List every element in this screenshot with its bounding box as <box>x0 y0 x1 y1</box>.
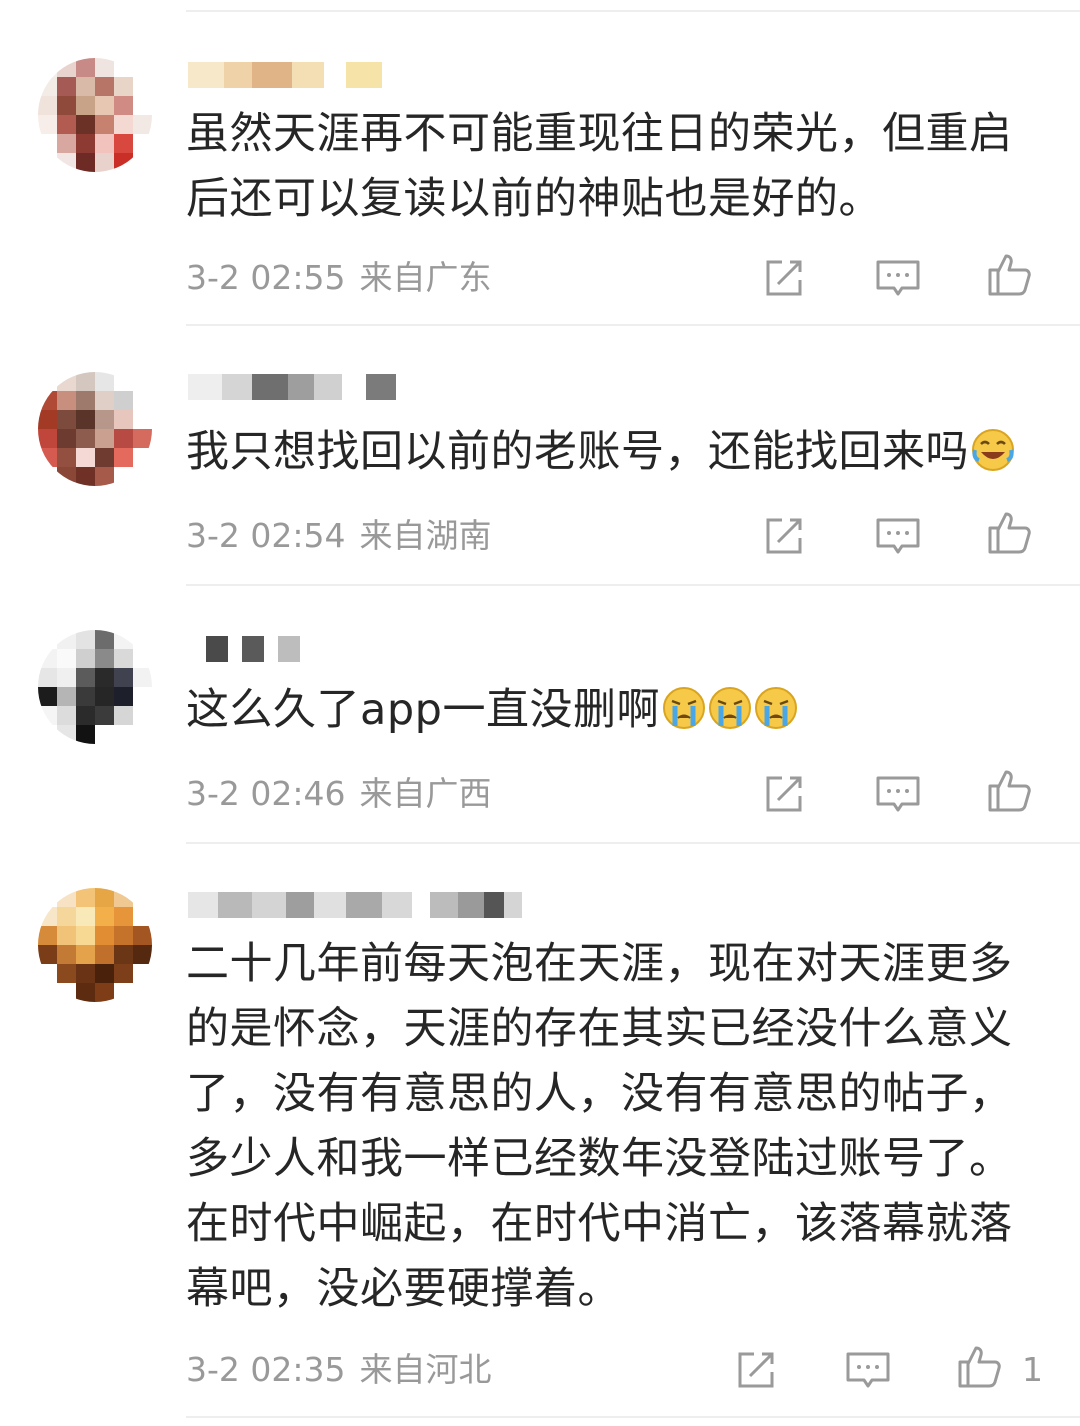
comment-meta: 3-2 02:55 来自广东 <box>186 258 492 298</box>
comment-text: 这么久了app一直没删啊 <box>186 678 1046 743</box>
comment-meta: 3-2 02:54 来自湖南 <box>186 516 492 556</box>
divider <box>186 584 1080 586</box>
repost-icon[interactable] <box>760 512 808 560</box>
comment-meta: 3-2 02:46 来自广西 <box>186 774 492 814</box>
divider <box>186 10 1080 12</box>
comment-text-content: 这么久了app一直没删啊 <box>186 685 660 735</box>
divider <box>186 1416 1080 1418</box>
comment-text: 我只想找回以前的老账号，还能找回来吗 <box>186 420 1046 485</box>
comment-location: 来自广东 <box>359 258 492 297</box>
username-blurred[interactable] <box>188 636 300 662</box>
thumbs-up-icon[interactable] <box>986 766 1034 814</box>
crying-icon <box>754 687 797 729</box>
username-blurred[interactable] <box>188 374 396 400</box>
comment-meta: 3-2 02:35 来自河北 <box>186 1350 492 1390</box>
comment-time: 3-2 02:35 <box>186 1350 346 1389</box>
comment-location: 来自湖南 <box>359 516 492 555</box>
avatar[interactable] <box>38 630 152 744</box>
comment-text: 虽然天涯再不可能重现往日的荣光，但重启 后还可以复读以前的神贴也是好的。 <box>186 109 1013 224</box>
comment-time: 3-2 02:46 <box>186 774 346 813</box>
comment-text-content: 我只想找回以前的老账号，还能找回来吗 <box>186 427 969 477</box>
repost-icon[interactable] <box>760 770 808 818</box>
comment-time: 3-2 02:54 <box>186 516 346 555</box>
comment-icon[interactable] <box>874 770 922 818</box>
comment-location: 来自河北 <box>359 1350 492 1389</box>
username-blurred[interactable] <box>188 62 382 88</box>
comment-location: 来自广西 <box>359 774 492 813</box>
comment-icon[interactable] <box>844 1346 892 1394</box>
comment-icon[interactable] <box>874 512 922 560</box>
like-count: 1 <box>1022 1350 1043 1389</box>
avatar[interactable] <box>38 372 152 486</box>
crying-icon <box>708 687 751 729</box>
crying-icon <box>662 687 705 729</box>
thumbs-up-icon[interactable] <box>956 1342 1004 1390</box>
comment-text: 二十几年前每天泡在天涯，现在对天涯更多 的是怀念，天涯的存在其实已经没什么意义 … <box>186 939 1013 1314</box>
thumbs-up-icon[interactable] <box>986 250 1034 298</box>
repost-icon[interactable] <box>760 254 808 302</box>
avatar[interactable] <box>38 888 152 1002</box>
comment-icon[interactable] <box>874 254 922 302</box>
divider <box>186 842 1080 844</box>
repost-icon[interactable] <box>732 1346 780 1394</box>
thumbs-up-icon[interactable] <box>986 508 1034 556</box>
laugh-cry-icon <box>972 429 1014 471</box>
comment-time: 3-2 02:55 <box>186 258 346 297</box>
avatar[interactable] <box>38 58 152 172</box>
username-blurred[interactable] <box>188 892 522 918</box>
divider <box>186 324 1080 326</box>
